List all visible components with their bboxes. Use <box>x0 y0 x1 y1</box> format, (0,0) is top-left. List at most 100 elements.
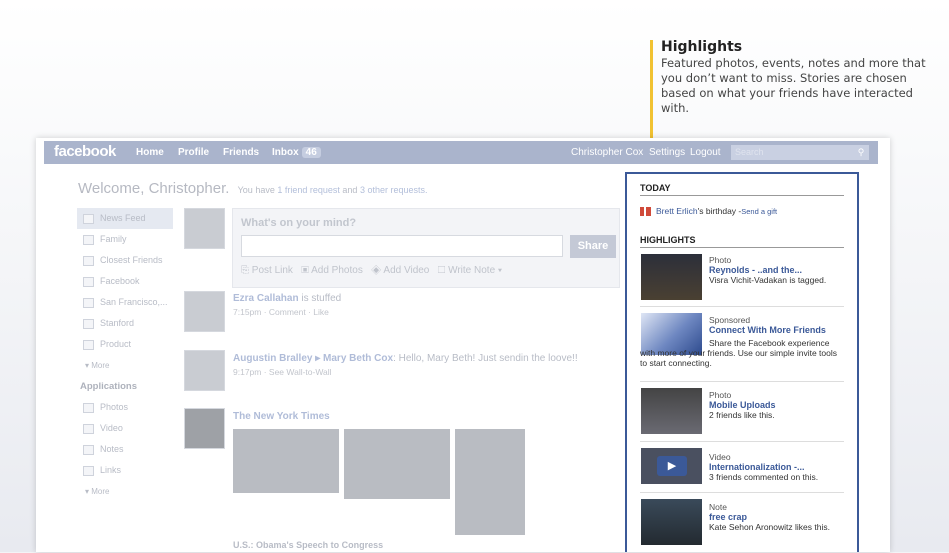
nav-inbox-label: Inbox <box>272 147 299 158</box>
status-composer: What's on your mind? Share ⎘ Post Link ▣… <box>232 208 620 288</box>
feed-story: The New York Times <box>233 411 330 422</box>
highlight-item[interactable]: Photo Reynolds - ..and the... Visra Vich… <box>640 248 844 307</box>
sidebar-item-stanford[interactable]: Stanford <box>77 313 173 334</box>
highlight-category: Photo <box>709 255 732 265</box>
avatar[interactable] <box>184 208 225 249</box>
highlight-photo[interactable] <box>641 499 702 545</box>
list-icon <box>83 234 94 245</box>
sidebar-item-facebook[interactable]: Facebook <box>77 271 173 292</box>
nav-friends[interactable]: Friends <box>223 147 259 158</box>
sidebar-more-link[interactable]: ▾ More <box>77 355 173 376</box>
story-author[interactable]: The New York Times <box>233 411 330 422</box>
story-text: is stuffed <box>301 293 342 304</box>
sidebar-item-product[interactable]: Product <box>77 334 173 355</box>
sidebar-more-apps-link[interactable]: ▾ More <box>77 481 173 502</box>
highlight-item[interactable]: Photo Mobile Uploads 2 friends like this… <box>640 382 844 442</box>
video-icon <box>83 423 94 434</box>
network-icon <box>83 318 94 329</box>
sidebar-item-photos[interactable]: Photos <box>77 397 173 418</box>
highlight-title[interactable]: Reynolds - ..and the... <box>709 265 849 275</box>
write-note-button[interactable]: ☐ Write Note <box>438 265 495 276</box>
photos-icon <box>83 402 94 413</box>
story-author[interactable]: Ezra Callahan <box>233 293 299 304</box>
highlight-photo[interactable] <box>641 254 702 300</box>
nav-profile[interactable]: Profile <box>178 147 209 158</box>
sidebar-label: Stanford <box>100 318 135 328</box>
highlight-desc: Kate Sehon Aronowitz likes this. <box>709 522 830 532</box>
nav-home[interactable]: Home <box>136 147 164 158</box>
story-caption[interactable]: U.S.: Obama's Speech to Congress <box>233 540 383 550</box>
list-icon <box>83 339 94 350</box>
welcome-title: Welcome, Christopher. <box>78 180 230 197</box>
highlight-category: Video <box>709 452 731 462</box>
sidebar-label: Closest Friends <box>100 255 163 265</box>
action-label: Post Link <box>251 265 293 276</box>
left-sidebar: News Feed Family Closest Friends Faceboo… <box>77 208 173 502</box>
settings-link[interactable]: Settings <box>649 147 685 158</box>
composer-actions: ⎘ Post Link ▣ Add Photos ◈ Add Video ☐ W… <box>241 265 503 276</box>
network-icon <box>83 297 94 308</box>
story-author[interactable]: Augustin Bralley ▸ Mary Beth Cox <box>233 353 393 364</box>
highlights-panel: TODAY Brett Erlich's birthday - Send a g… <box>625 172 859 552</box>
highlight-desc: Visra Vichit-Vadakan is tagged. <box>709 275 827 285</box>
send-gift-link[interactable]: Send a gift <box>741 207 777 216</box>
requests-pre: You have <box>237 185 275 195</box>
avatar[interactable] <box>184 350 225 391</box>
birthday-text: 's birthday - <box>697 206 742 216</box>
other-requests-link[interactable]: 3 other requests. <box>360 185 428 195</box>
sidebar-item-news-feed[interactable]: News Feed <box>77 208 173 229</box>
sidebar-item-family[interactable]: Family <box>77 229 173 250</box>
story-meta: 9:17pm · See Wall-to-Wall <box>233 367 332 377</box>
search-icon[interactable]: ⚲ <box>853 145 869 160</box>
sidebar-item-closest-friends[interactable]: Closest Friends <box>77 250 173 271</box>
feed-story: Ezra Callahan is stuffed 7:15pm · Commen… <box>233 293 613 317</box>
sidebar-label: Family <box>100 234 127 244</box>
search-input[interactable]: Search <box>731 145 853 160</box>
callout-description: Featured photos, events, notes and more … <box>661 56 926 115</box>
birthday-name[interactable]: Brett Erlich <box>656 206 698 216</box>
highlight-item[interactable]: Note free crap Kate Sehon Aronowitz like… <box>640 493 844 553</box>
highlight-title[interactable]: Connect With More Friends <box>709 325 849 335</box>
facebook-logo[interactable]: facebook <box>54 143 116 160</box>
requests-summary: You have 1 friend request and 3 other re… <box>238 185 428 195</box>
friend-request-link[interactable]: 1 friend request <box>277 185 340 195</box>
highlight-category: Sponsored <box>709 315 751 325</box>
nyt-logo[interactable] <box>184 408 225 449</box>
sidebar-item-video[interactable]: Video <box>77 418 173 439</box>
post-link-button[interactable]: ⎘ Post Link <box>241 265 293 276</box>
sidebar-item-links[interactable]: Links <box>77 460 173 481</box>
logout-link[interactable]: Logout <box>690 147 721 158</box>
sidebar-item-san-francisco[interactable]: San Francisco,... <box>77 292 173 313</box>
highlight-title[interactable]: Mobile Uploads <box>709 400 849 410</box>
video-thumbnail[interactable]: ▶ <box>641 448 702 484</box>
requests-and: and <box>342 185 358 195</box>
story-photo[interactable] <box>233 429 339 493</box>
highlight-title[interactable]: Internationalization -... <box>709 462 849 472</box>
share-button[interactable]: Share <box>570 235 616 258</box>
highlight-item[interactable]: ▶ Video Internationalization -... 3 frie… <box>640 442 844 493</box>
action-label: Add Video <box>383 265 430 276</box>
nav-inbox[interactable]: Inbox 46 <box>272 147 321 158</box>
more-label: More <box>91 487 110 496</box>
avatar[interactable] <box>184 291 225 332</box>
sidebar-label: Links <box>100 465 122 475</box>
status-input[interactable] <box>241 235 563 257</box>
action-label: Add Photos <box>311 265 363 276</box>
sidebar-label: Notes <box>100 444 124 454</box>
sidebar-label: Facebook <box>100 276 140 286</box>
story-photo[interactable] <box>455 429 525 535</box>
add-photos-button[interactable]: ▣ Add Photos <box>301 265 363 276</box>
add-video-button[interactable]: ◈ Add Video <box>371 265 429 276</box>
highlight-photo[interactable] <box>641 388 702 434</box>
highlight-category: Note <box>709 502 727 512</box>
story-photo[interactable] <box>344 429 450 499</box>
top-navigation-bar: facebook Home Profile Friends Inbox 46 Ch… <box>44 141 878 164</box>
highlight-desc: 3 friends commented on this. <box>709 472 819 482</box>
highlight-title[interactable]: free crap <box>709 512 849 522</box>
highlight-category: Photo <box>709 390 732 400</box>
sidebar-item-notes[interactable]: Notes <box>77 439 173 460</box>
highlights-header: HIGHLIGHTS <box>640 235 844 248</box>
play-icon[interactable]: ▶ <box>657 456 687 476</box>
user-name-link[interactable]: Christopher Cox <box>571 147 643 158</box>
highlight-item-sponsored[interactable]: Sponsored Connect With More Friends Shar… <box>640 307 844 382</box>
